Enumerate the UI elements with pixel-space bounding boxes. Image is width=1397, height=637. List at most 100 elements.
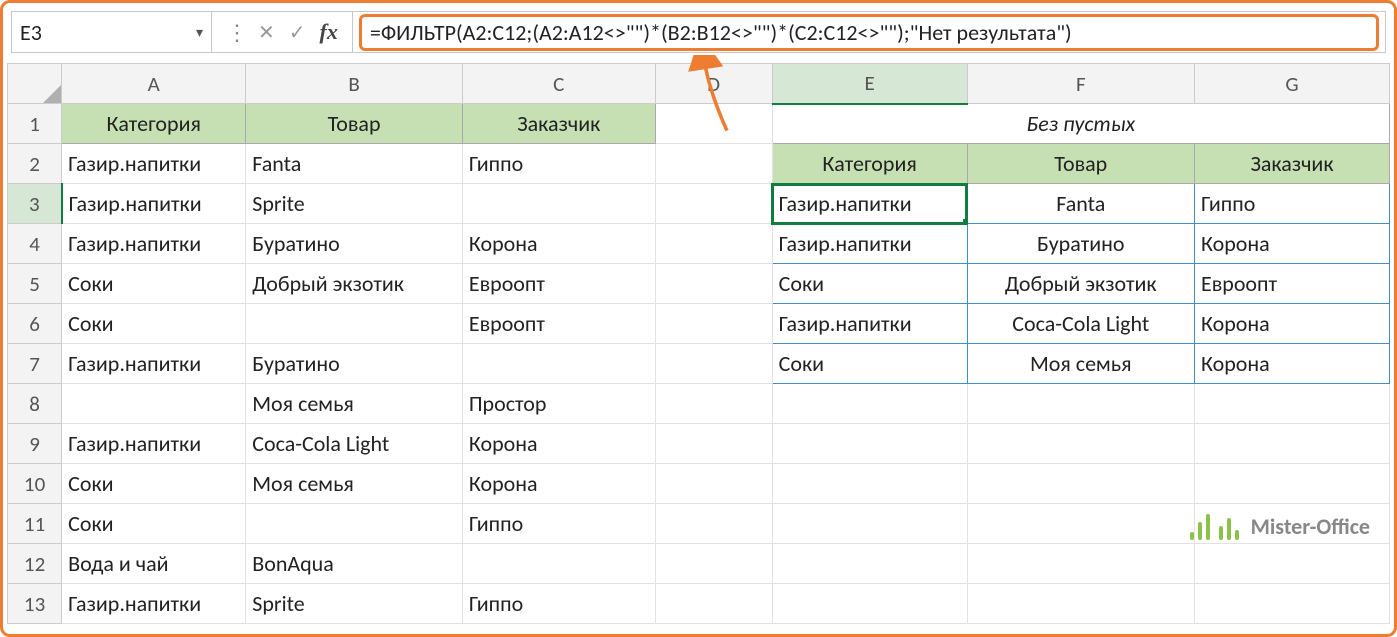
cell-F5[interactable]: Добрый экзотик: [967, 264, 1194, 304]
cell-G7[interactable]: Корона: [1194, 344, 1389, 384]
cell-E12[interactable]: [772, 544, 967, 584]
cell-A2[interactable]: Газир.напитки: [62, 144, 246, 184]
row-header-10[interactable]: 10: [8, 464, 62, 504]
cell-A9[interactable]: Газир.напитки: [62, 424, 246, 464]
cell-C5[interactable]: Евроопт: [462, 264, 655, 304]
chevron-down-icon[interactable]: ▾: [196, 24, 203, 41]
col-header-E[interactable]: E: [772, 64, 967, 104]
row-header-1[interactable]: 1: [8, 104, 62, 144]
row-header-6[interactable]: 6: [8, 304, 62, 344]
cell-D6[interactable]: [655, 304, 772, 344]
split-handle-icon[interactable]: ⋮: [226, 19, 248, 46]
row-header-5[interactable]: 5: [8, 264, 62, 304]
cell-D2[interactable]: [655, 144, 772, 184]
cell-A10[interactable]: Соки: [62, 464, 246, 504]
cell-G9[interactable]: [1194, 424, 1389, 464]
row-header-8[interactable]: 8: [8, 384, 62, 424]
cell-C4[interactable]: Корона: [462, 224, 655, 264]
cell-A13[interactable]: Газир.напитки: [62, 584, 246, 624]
cell-E8[interactable]: [772, 384, 967, 424]
cell-C1[interactable]: Заказчик: [462, 104, 655, 144]
row-header-2[interactable]: 2: [8, 144, 62, 184]
cell-B3[interactable]: Sprite: [246, 184, 463, 224]
cell-B4[interactable]: Буратино: [246, 224, 463, 264]
cell-F6[interactable]: Coca-Cola Light: [967, 304, 1194, 344]
worksheet-grid[interactable]: A B C D E F G 1 Категория Товар Заказчик…: [7, 63, 1390, 624]
col-header-C[interactable]: C: [462, 64, 655, 104]
cell-B9[interactable]: Coca-Cola Light: [246, 424, 463, 464]
cell-F3[interactable]: Fanta: [967, 184, 1194, 224]
fx-icon[interactable]: fx: [320, 19, 338, 45]
cell-C10[interactable]: Корона: [462, 464, 655, 504]
cell-F12[interactable]: [967, 544, 1194, 584]
cell-C6[interactable]: Евроопт: [462, 304, 655, 344]
cell-D8[interactable]: [655, 384, 772, 424]
cell-G13[interactable]: [1194, 584, 1389, 624]
cell-A5[interactable]: Соки: [62, 264, 246, 304]
cell-D1[interactable]: [655, 104, 772, 144]
cell-G4[interactable]: Корона: [1194, 224, 1389, 264]
cell-B13[interactable]: Sprite: [246, 584, 463, 624]
cell-C12[interactable]: [462, 544, 655, 584]
cell-D4[interactable]: [655, 224, 772, 264]
cell-B5[interactable]: Добрый экзотик: [246, 264, 463, 304]
cell-B10[interactable]: Моя семья: [246, 464, 463, 504]
cell-E9[interactable]: [772, 424, 967, 464]
cell-A8[interactable]: [62, 384, 246, 424]
cell-C2[interactable]: Гиппо: [462, 144, 655, 184]
cell-D12[interactable]: [655, 544, 772, 584]
cell-E13[interactable]: [772, 584, 967, 624]
cell-A12[interactable]: Вода и чай: [62, 544, 246, 584]
formula-input[interactable]: =ФИЛЬТР(A2:C12;(A2:A12<>"")*(B2:B12<>"")…: [359, 14, 1379, 51]
cell-B7[interactable]: Буратино: [246, 344, 463, 384]
cell-D9[interactable]: [655, 424, 772, 464]
cell-A7[interactable]: Газир.напитки: [62, 344, 246, 384]
cell-C8[interactable]: Простор: [462, 384, 655, 424]
cancel-icon[interactable]: ✕: [258, 20, 275, 45]
row-header-7[interactable]: 7: [8, 344, 62, 384]
cell-C9[interactable]: Корона: [462, 424, 655, 464]
cell-E3[interactable]: Газир.напитки: [772, 184, 967, 224]
col-header-B[interactable]: B: [246, 64, 463, 104]
cell-G8[interactable]: [1194, 384, 1389, 424]
cell-B8[interactable]: Моя семья: [246, 384, 463, 424]
cell-G10[interactable]: [1194, 464, 1389, 504]
row-header-3[interactable]: 3: [8, 184, 62, 224]
cell-E2[interactable]: Категория: [772, 144, 967, 184]
row-header-13[interactable]: 13: [8, 584, 62, 624]
cell-C11[interactable]: Гиппо: [462, 504, 655, 544]
name-box[interactable]: E3 ▾: [12, 12, 212, 52]
cell-B12[interactable]: BonAqua: [246, 544, 463, 584]
cell-F13[interactable]: [967, 584, 1194, 624]
enter-icon[interactable]: ✓: [289, 20, 306, 45]
cell-F9[interactable]: [967, 424, 1194, 464]
cell-B11[interactable]: [246, 504, 463, 544]
formula-input-area[interactable]: =ФИЛЬТР(A2:C12;(A2:A12<>"")*(B2:B12<>"")…: [353, 12, 1385, 52]
col-header-A[interactable]: A: [62, 64, 246, 104]
row-header-9[interactable]: 9: [8, 424, 62, 464]
cell-E11[interactable]: [772, 504, 967, 544]
row-header-12[interactable]: 12: [8, 544, 62, 584]
col-header-G[interactable]: G: [1194, 64, 1389, 104]
cell-B6[interactable]: [246, 304, 463, 344]
cell-D5[interactable]: [655, 264, 772, 304]
cell-A3[interactable]: Газир.напитки: [62, 184, 246, 224]
cell-C7[interactable]: [462, 344, 655, 384]
cell-E6[interactable]: Газир.напитки: [772, 304, 967, 344]
col-header-F[interactable]: F: [967, 64, 1194, 104]
cell-G6[interactable]: Корона: [1194, 304, 1389, 344]
cell-B2[interactable]: Fanta: [246, 144, 463, 184]
cell-F2[interactable]: Товар: [967, 144, 1194, 184]
cell-G12[interactable]: [1194, 544, 1389, 584]
cell-F10[interactable]: [967, 464, 1194, 504]
cell-D3[interactable]: [655, 184, 772, 224]
cell-D10[interactable]: [655, 464, 772, 504]
cell-F8[interactable]: [967, 384, 1194, 424]
cell-E5[interactable]: Соки: [772, 264, 967, 304]
cell-E4[interactable]: Газир.напитки: [772, 224, 967, 264]
cell-A1[interactable]: Категория: [62, 104, 246, 144]
cell-C13[interactable]: Гиппо: [462, 584, 655, 624]
cell-G3[interactable]: Гиппо: [1194, 184, 1389, 224]
cell-A11[interactable]: Соки: [62, 504, 246, 544]
cell-E7[interactable]: Соки: [772, 344, 967, 384]
